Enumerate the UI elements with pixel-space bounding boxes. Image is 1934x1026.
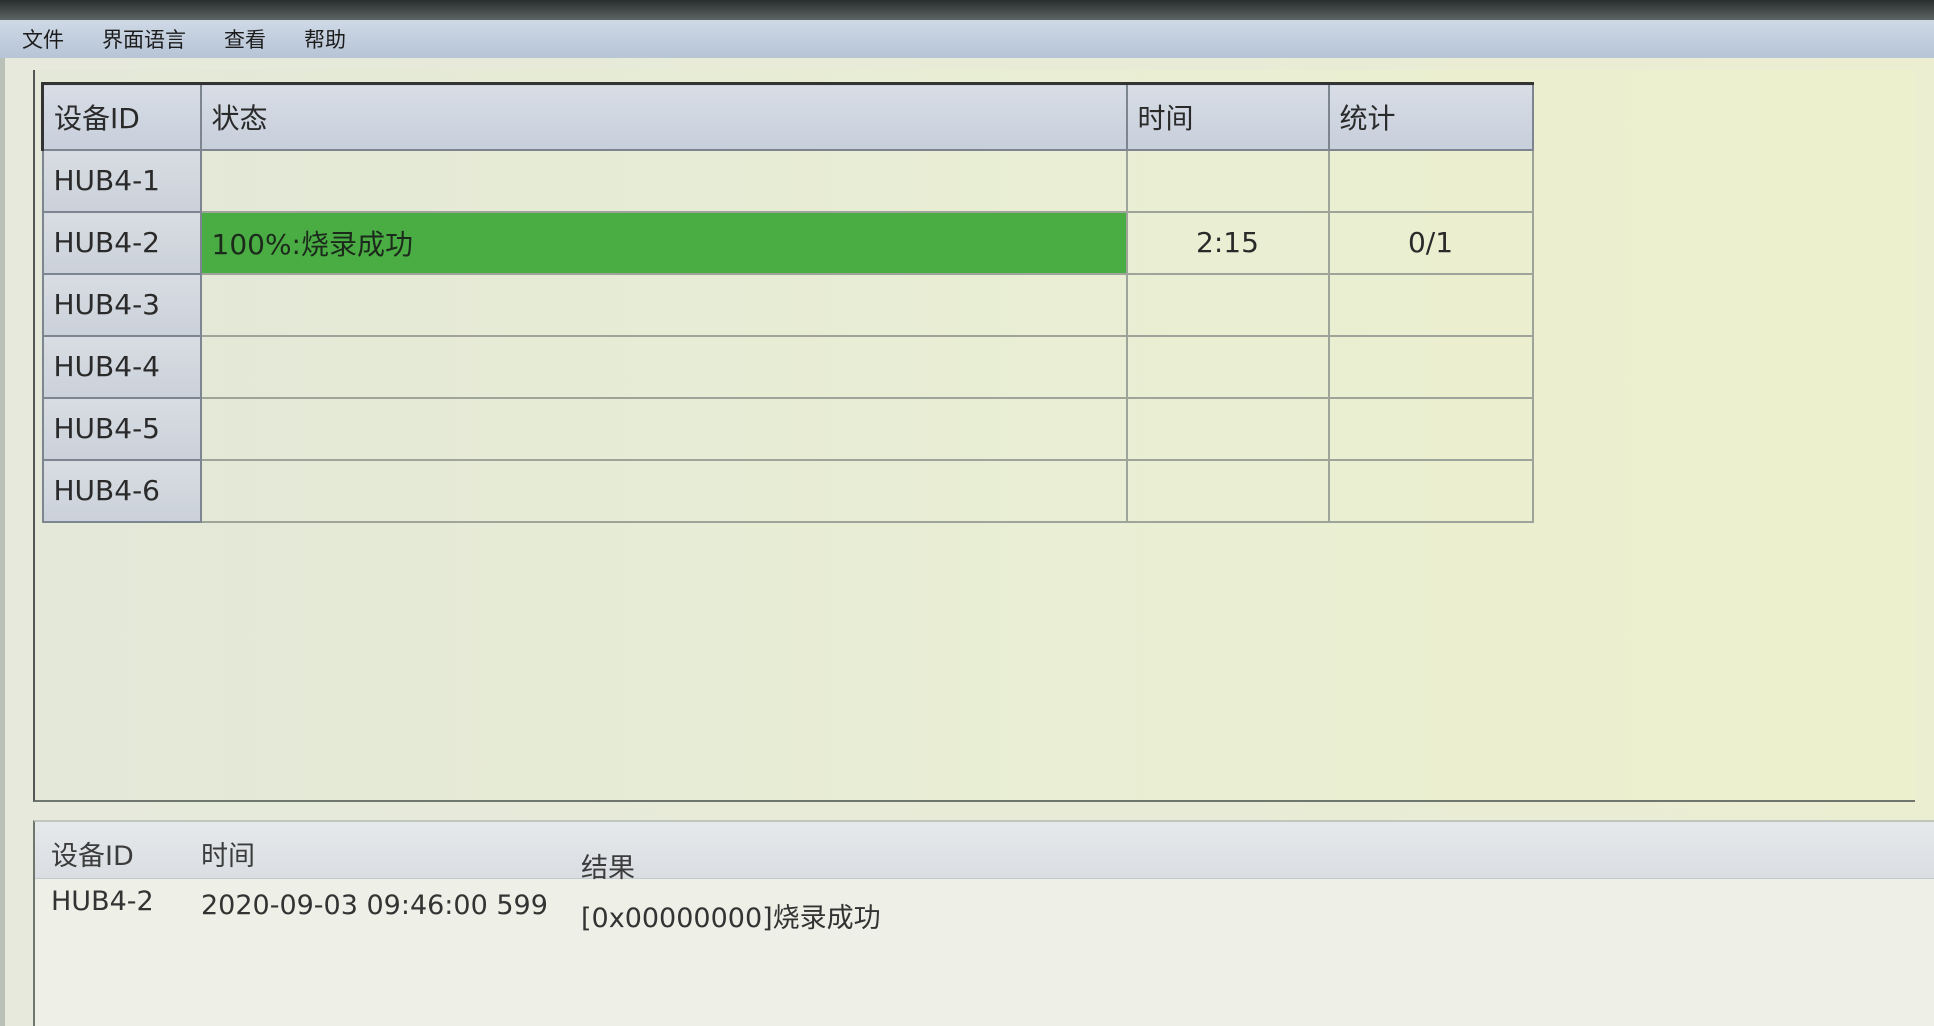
row-device-id: HUB4-3 — [41, 272, 202, 337]
table-row[interactable]: HUB4-4 — [41, 334, 1534, 399]
table-row[interactable]: HUB4-2 100%:烧录成功 2:15 0/1 — [41, 210, 1534, 275]
log-col-time[interactable]: 时间 — [201, 834, 255, 873]
row-status — [199, 396, 1128, 461]
col-header-stat[interactable]: 统计 — [1327, 82, 1534, 151]
menu-language[interactable]: 界面语言 — [98, 22, 190, 56]
col-header-status[interactable]: 状态 — [199, 82, 1128, 151]
row-stat — [1327, 396, 1534, 461]
main-window: 设备ID 状态 时间 统计 HUB4-1 HUB4-2 100%:烧录成功 2:… — [0, 58, 1934, 1026]
row-time — [1125, 458, 1330, 523]
table-row[interactable]: HUB4-5 — [41, 396, 1534, 461]
window-title-strip — [0, 0, 1934, 20]
row-time — [1125, 148, 1330, 213]
table-row[interactable]: HUB4-3 — [41, 272, 1534, 337]
row-status — [199, 334, 1128, 399]
row-stat — [1327, 458, 1534, 523]
row-stat — [1327, 334, 1534, 399]
device-grid: 设备ID 状态 时间 统计 HUB4-1 HUB4-2 100%:烧录成功 2:… — [41, 82, 1534, 523]
row-device-id: HUB4-4 — [41, 334, 202, 399]
row-status-success: 100%:烧录成功 — [199, 210, 1128, 275]
log-col-device-id[interactable]: 设备ID — [51, 834, 134, 873]
col-header-time[interactable]: 时间 — [1125, 82, 1330, 151]
row-status — [199, 148, 1128, 213]
log-time: 2020-09-03 09:46:00 599 — [201, 890, 548, 921]
row-stat — [1327, 148, 1534, 213]
menu-help[interactable]: 帮助 — [300, 22, 350, 56]
row-time: 2:15 — [1125, 210, 1330, 275]
row-time — [1125, 334, 1330, 399]
table-row[interactable]: HUB4-1 — [41, 148, 1534, 213]
row-device-id: HUB4-5 — [41, 396, 202, 461]
log-device-id: HUB4-2 — [51, 886, 154, 917]
log-result: [0x00000000]烧录成功 — [581, 903, 881, 934]
log-col-result[interactable]: 结果 — [581, 846, 635, 885]
row-stat — [1327, 272, 1534, 337]
menu-bar: 文件 界面语言 查看 帮助 — [0, 20, 1934, 59]
row-time — [1125, 272, 1330, 337]
log-panel: 设备ID 时间 结果 HUB4-2 2020-09-03 09:46:00 59… — [33, 820, 1934, 1026]
log-header: 设备ID 时间 结果 — [35, 822, 1934, 884]
menu-file[interactable]: 文件 — [18, 22, 68, 56]
row-stat: 0/1 — [1327, 210, 1534, 275]
row-device-id: HUB4-6 — [41, 458, 202, 523]
row-status — [199, 272, 1128, 337]
table-row[interactable]: HUB4-6 — [41, 458, 1534, 523]
device-grid-panel: 设备ID 状态 时间 统计 HUB4-1 HUB4-2 100%:烧录成功 2:… — [33, 70, 1915, 802]
row-status — [199, 458, 1128, 523]
row-device-id: HUB4-1 — [41, 148, 202, 213]
row-time — [1125, 396, 1330, 461]
col-header-device-id[interactable]: 设备ID — [41, 82, 202, 151]
menu-view[interactable]: 查看 — [220, 22, 270, 56]
row-device-id: HUB4-2 — [41, 210, 202, 275]
list-item[interactable]: HUB4-2 2020-09-03 09:46:00 599 [0x000000… — [35, 882, 1934, 934]
